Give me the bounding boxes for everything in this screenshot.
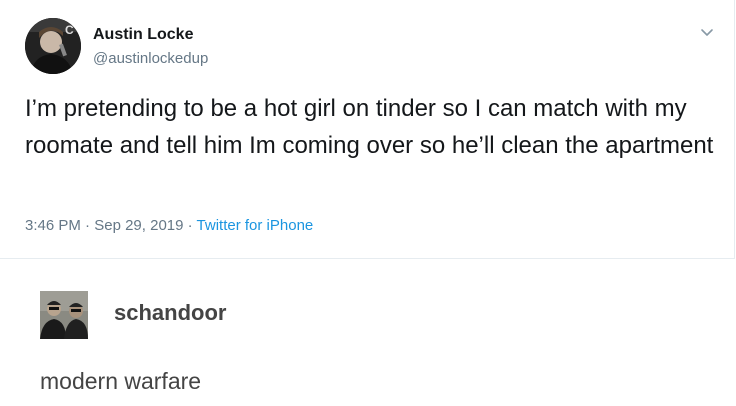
tweet-metadata: 3:46 PM · Sep 29, 2019 · Twitter for iPh… [25,217,313,234]
meta-separator: · [85,217,91,234]
reblogger-avatar[interactable] [40,291,88,339]
tweet-text: I’m pretending to be a hot girl on tinde… [25,95,714,159]
svg-text:C: C [65,23,74,37]
tweet-source-link[interactable]: Twitter for iPhone [197,217,314,234]
reblogger-username[interactable]: schandoor [114,300,226,326]
tweet-card: C Austin Locke @austinlockedup I’m prete… [0,0,735,259]
author-name[interactable]: Austin Locke [93,26,193,44]
tweet-time[interactable]: 3:46 PM [25,217,81,234]
meta-separator: · [187,217,193,234]
author-handle[interactable]: @austinlockedup [93,50,208,67]
author-avatar[interactable]: C [25,18,81,74]
tweet-date[interactable]: Sep 29, 2019 [94,217,183,234]
reblog-comment: modern warfare [40,368,202,394]
chevron-down-icon[interactable] [699,24,715,40]
